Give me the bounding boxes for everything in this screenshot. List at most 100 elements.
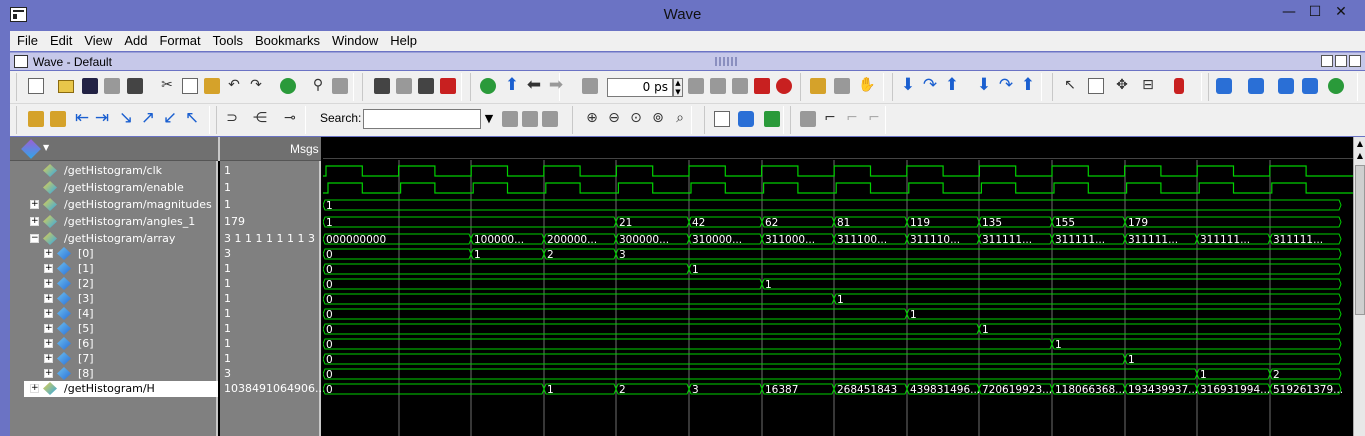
expand-icon[interactable]: +: [44, 324, 53, 333]
back-arrow-icon[interactable]: ⬅: [526, 77, 542, 94]
memory-icon[interactable]: [834, 78, 850, 94]
zoom-out-icon[interactable]: ⊖: [606, 111, 622, 127]
run-all-icon[interactable]: [732, 78, 748, 94]
menu-tools[interactable]: Tools: [206, 31, 248, 48]
hierarchy-icon[interactable]: [332, 78, 348, 94]
signal-name-row[interactable]: + [1]: [24, 261, 214, 277]
prev-transition-icon[interactable]: ↙: [162, 110, 178, 127]
stop-icon[interactable]: [776, 78, 792, 94]
expand-icon[interactable]: +: [30, 200, 39, 209]
signal-name-row[interactable]: + [5]: [24, 321, 214, 337]
step-into-icon[interactable]: ⬇: [976, 77, 992, 94]
step-over-b-icon[interactable]: ↷: [998, 77, 1014, 94]
signal-name-row[interactable]: − /getHistogram/array: [24, 231, 214, 247]
hand-icon[interactable]: ✋: [858, 78, 875, 94]
forward-arrow-icon[interactable]: ➡: [548, 77, 564, 94]
menu-help[interactable]: Help: [383, 31, 422, 48]
signal-name-row[interactable]: + [6]: [24, 336, 214, 352]
reload-icon[interactable]: [104, 78, 120, 94]
format-step-b-icon[interactable]: ⌐: [844, 111, 860, 127]
zoom-cursor-icon[interactable]: ⊚: [650, 111, 666, 127]
search-input[interactable]: [363, 109, 481, 129]
drag-grip[interactable]: [715, 57, 739, 66]
expand-icon[interactable]: +: [44, 339, 53, 348]
expand-icon[interactable]: +: [44, 309, 53, 318]
signal-name-row[interactable]: + /getHistogram/magnitudes: [24, 197, 214, 213]
delete-cursor-icon[interactable]: ⋲: [252, 111, 268, 127]
expand-icon[interactable]: +: [30, 217, 39, 226]
run-time-stepper[interactable]: ▲ ▼: [673, 78, 683, 97]
zoom-full-icon[interactable]: ⊙: [628, 111, 644, 127]
menu-add[interactable]: Add: [117, 31, 152, 48]
menu-bookmarks[interactable]: Bookmarks: [248, 31, 325, 48]
vertical-scrollbar[interactable]: ▲ ▲: [1353, 137, 1365, 436]
edit-mode-icon[interactable]: ⊟: [1140, 78, 1156, 94]
expand-icon[interactable]: +: [44, 354, 53, 363]
step-out-icon[interactable]: ⬆: [944, 77, 960, 94]
find-edge-icon[interactable]: [28, 111, 44, 127]
signal-name-row[interactable]: + [7]: [24, 351, 214, 367]
step-icon[interactable]: ⬇: [900, 77, 916, 94]
menu-file[interactable]: File: [10, 31, 43, 48]
waveform-canvas[interactable]: 11 21 42 62 81 119 135 155 179000000000 100000...…: [323, 160, 1353, 436]
print-icon[interactable]: [127, 78, 143, 94]
find-icon[interactable]: ⚲: [310, 78, 326, 94]
expand-icon[interactable]: +: [44, 369, 53, 378]
up-arrow-icon[interactable]: ⬆: [504, 77, 520, 94]
cursor-line-icon[interactable]: [714, 111, 730, 127]
dataflow-out-icon[interactable]: [1302, 78, 1318, 94]
cursor-blue-icon[interactable]: [738, 111, 754, 127]
menu-edit[interactable]: Edit: [43, 31, 77, 48]
signal-name-row[interactable]: + [0]: [24, 246, 214, 262]
rising-edge-icon[interactable]: ↗: [140, 110, 156, 127]
maximize-button[interactable]: ☐: [1303, 3, 1327, 23]
run-time-input[interactable]: 0 ps: [607, 78, 673, 97]
signal-name-row[interactable]: + [2]: [24, 276, 214, 292]
expand-icon[interactable]: +: [44, 279, 53, 288]
search-next-icon[interactable]: [522, 111, 538, 127]
expand-icon[interactable]: +: [44, 249, 53, 258]
close-pane-icon[interactable]: [1349, 55, 1361, 67]
signal-name-row[interactable]: + [4]: [24, 306, 214, 322]
zoom-mode-icon[interactable]: [1088, 78, 1104, 94]
break-sim-icon[interactable]: [754, 78, 770, 94]
compile-icon[interactable]: [374, 78, 390, 94]
format-step-c-icon[interactable]: ⌐: [866, 111, 882, 127]
column-divider[interactable]: [218, 137, 220, 161]
undock-icon[interactable]: [1321, 55, 1333, 67]
minimize-button[interactable]: —: [1277, 3, 1301, 23]
continue-icon[interactable]: [710, 78, 726, 94]
run-length-icon[interactable]: [582, 78, 598, 94]
dataflow-in-icon[interactable]: [1248, 78, 1264, 94]
break-icon[interactable]: [440, 78, 456, 94]
search-prev-icon[interactable]: [502, 111, 518, 127]
expand-icon[interactable]: +: [44, 264, 53, 273]
falling-edge-icon[interactable]: ↘: [118, 110, 134, 127]
pan-mode-icon[interactable]: ✥: [1114, 78, 1130, 94]
signal-name-row[interactable]: + /getHistogram/H: [24, 381, 218, 397]
paste-icon[interactable]: [204, 78, 220, 94]
copy-icon[interactable]: [182, 78, 198, 94]
insert-cursor-icon[interactable]: ⊃: [224, 111, 240, 127]
new-file-icon[interactable]: [28, 78, 44, 94]
signal-name-row[interactable]: + [3]: [24, 291, 214, 307]
menu-view[interactable]: View: [77, 31, 117, 48]
close-button[interactable]: ✕: [1329, 3, 1353, 23]
zoom-last-icon[interactable]: ⌕: [672, 111, 688, 127]
signal-name-row[interactable]: /getHistogram/enable: [24, 180, 214, 196]
zoom-in-icon[interactable]: ⊕: [584, 111, 600, 127]
signal-name-row[interactable]: + /getHistogram/angles_1: [24, 214, 214, 230]
step-out-b-icon[interactable]: ⬆: [1020, 77, 1036, 94]
find-edge-b-icon[interactable]: [50, 111, 66, 127]
calendar-icon[interactable]: [396, 78, 412, 94]
search-dropdown[interactable]: ▼: [481, 109, 497, 129]
open-folder-icon[interactable]: [58, 80, 74, 93]
zoom-region-icon[interactable]: [480, 78, 496, 94]
add-icon[interactable]: [280, 78, 296, 94]
chevron-down-icon[interactable]: ▼: [43, 143, 49, 152]
next-edge-icon[interactable]: ⇥: [94, 110, 110, 127]
redo-icon[interactable]: ↷: [248, 78, 264, 94]
format-step-icon[interactable]: ⌐: [822, 111, 838, 127]
undo-icon[interactable]: ↶: [226, 78, 242, 94]
step-over-icon[interactable]: ↷: [922, 77, 938, 94]
